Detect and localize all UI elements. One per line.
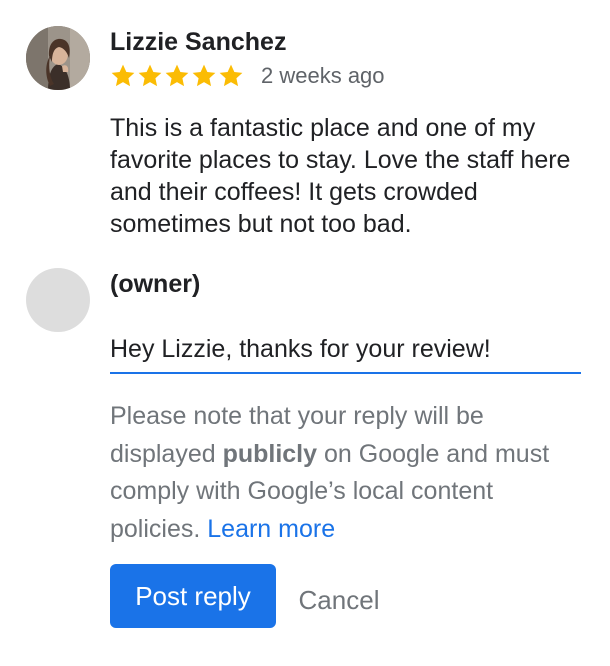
star-icon bbox=[138, 64, 162, 87]
review-time: 2 weeks ago bbox=[261, 63, 385, 88]
star-icon bbox=[219, 64, 243, 87]
review-text: This is a fantastic place and one of my … bbox=[110, 114, 571, 238]
reply-input[interactable] bbox=[110, 326, 581, 374]
owner-label: (owner) bbox=[110, 270, 201, 298]
star-icon bbox=[165, 64, 189, 87]
reply-policy-notice: Please note that your reply will be disp… bbox=[110, 398, 590, 548]
post-reply-button[interactable]: Post reply bbox=[110, 564, 276, 628]
rating-row: 2 weeks ago bbox=[110, 62, 385, 90]
reviewer-photo bbox=[26, 26, 90, 90]
star-icon bbox=[111, 64, 135, 87]
reviewer-avatar[interactable] bbox=[26, 26, 90, 90]
reviewer-name[interactable]: Lizzie Sanchez bbox=[110, 28, 286, 57]
star-icon bbox=[192, 64, 216, 87]
owner-avatar bbox=[26, 268, 90, 332]
cancel-button[interactable]: Cancel bbox=[284, 572, 394, 628]
notice-bold-publicly: publicly bbox=[222, 439, 318, 468]
learn-more-link[interactable]: Learn more bbox=[207, 515, 335, 543]
star-rating bbox=[110, 63, 244, 89]
